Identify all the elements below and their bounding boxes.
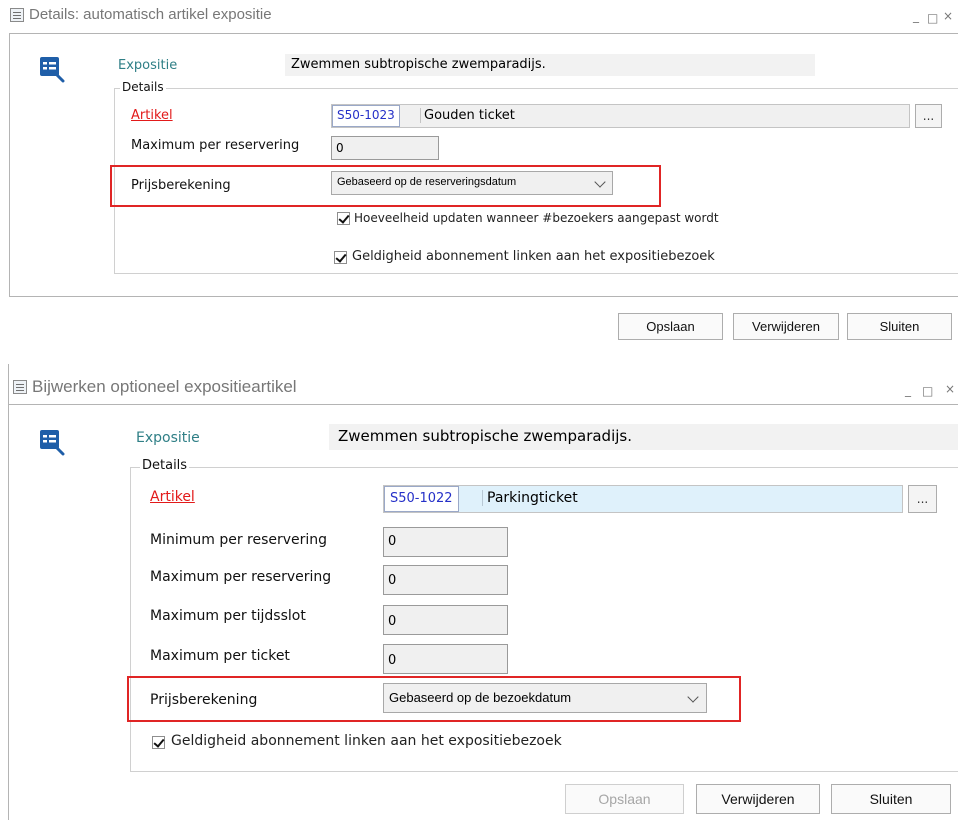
details-caption: Details — [140, 458, 190, 473]
content-frame-left — [9, 33, 10, 296]
browse-article-button[interactable]: ... — [915, 104, 942, 128]
article-link[interactable]: Artikel — [150, 489, 195, 505]
content-frame-left — [8, 364, 9, 820]
delete-button[interactable]: Verwijderen — [733, 313, 839, 340]
article-field[interactable]: S50-1023 Gouden ticket — [331, 104, 910, 128]
browse-article-button[interactable]: ... — [908, 485, 937, 513]
validity-checkbox[interactable] — [334, 251, 347, 264]
exposition-field: Zwemmen subtropische zwemparadijs. — [329, 424, 958, 450]
window-icon — [10, 8, 24, 22]
content-frame-top — [9, 33, 958, 34]
minimize-button[interactable]: _ — [913, 10, 919, 22]
update-quantity-label: Hoeveelheid updaten wanneer #bezoekers a… — [354, 211, 719, 225]
pricing-selected-value: Gebaseerd op de reserveringsdatum — [337, 176, 517, 188]
maximize-button[interactable]: □ — [922, 385, 933, 397]
delete-button[interactable]: Verwijderen — [696, 784, 820, 814]
chevron-down-icon — [594, 176, 606, 188]
max-per-reservation-input[interactable]: 0 — [383, 565, 508, 595]
article-link[interactable]: Artikel — [131, 108, 173, 123]
exposition-label: Expositie — [136, 430, 200, 446]
minimize-button[interactable]: _ — [905, 384, 911, 396]
max-per-ticket-label: Maximum per ticket — [150, 648, 290, 664]
pricing-label: Prijsberekening — [131, 178, 231, 193]
window-title: Details: automatisch artikel expositie — [29, 6, 272, 23]
article-name: Gouden ticket — [420, 108, 515, 123]
pricing-select[interactable]: Gebaseerd op de reserveringsdatum — [331, 171, 613, 195]
close-dialog-button[interactable]: Sluiten — [847, 313, 952, 340]
maximize-button[interactable]: □ — [927, 12, 938, 24]
close-dialog-button[interactable]: Sluiten — [831, 784, 951, 814]
update-quantity-checkbox[interactable] — [337, 212, 350, 225]
close-button[interactable]: × — [943, 10, 953, 22]
exposition-label: Expositie — [118, 58, 178, 73]
article-name: Parkingticket — [482, 490, 578, 506]
max-per-reservation-label: Maximum per reservering — [150, 569, 332, 585]
max-per-timeslot-input[interactable]: 0 — [383, 605, 508, 635]
validity-label: Geldigheid abonnement linken aan het exp… — [171, 733, 562, 749]
window-update-optional-article: Bijwerken optioneel expositieartikel _ □… — [0, 364, 958, 828]
save-button[interactable]: Opslaan — [618, 313, 723, 340]
window-details-automatic-article: Details: automatisch artikel expositie _… — [0, 0, 958, 345]
pricing-select[interactable]: Gebaseerd op de bezoekdatum — [383, 683, 707, 713]
content-frame-top — [8, 404, 958, 405]
validity-checkbox[interactable] — [152, 736, 165, 749]
max-per-timeslot-label: Maximum per tijdsslot — [150, 608, 306, 624]
form-edit-icon — [40, 57, 65, 83]
window-icon — [13, 380, 27, 394]
article-code: S50-1023 — [332, 105, 400, 127]
pricing-selected-value: Gebaseerd op de bezoekdatum — [389, 690, 572, 705]
close-button[interactable]: × — [945, 383, 955, 395]
article-code: S50-1022 — [384, 486, 459, 512]
form-edit-icon — [40, 430, 65, 456]
save-button[interactable]: Opslaan — [565, 784, 684, 814]
article-field[interactable]: S50-1022 Parkingticket — [383, 485, 903, 513]
min-per-reservation-label: Minimum per reservering — [150, 532, 328, 548]
details-caption: Details — [120, 80, 166, 94]
max-per-reservation-label: Maximum per reservering — [131, 138, 300, 153]
max-per-reservation-input[interactable]: 0 — [331, 136, 439, 160]
titlebar: Bijwerken optioneel expositieartikel _ □… — [0, 372, 958, 404]
window-title: Bijwerken optioneel expositieartikel — [32, 377, 297, 396]
content-frame-bottom — [9, 296, 958, 297]
chevron-down-icon — [687, 691, 699, 703]
validity-label: Geldigheid abonnement linken aan het exp… — [352, 249, 715, 264]
pricing-label: Prijsberekening — [150, 692, 258, 708]
max-per-ticket-input[interactable]: 0 — [383, 644, 508, 674]
exposition-field: Zwemmen subtropische zwemparadijs. — [285, 54, 815, 76]
titlebar: Details: automatisch artikel expositie _… — [0, 0, 958, 32]
min-per-reservation-input[interactable]: 0 — [383, 527, 508, 557]
